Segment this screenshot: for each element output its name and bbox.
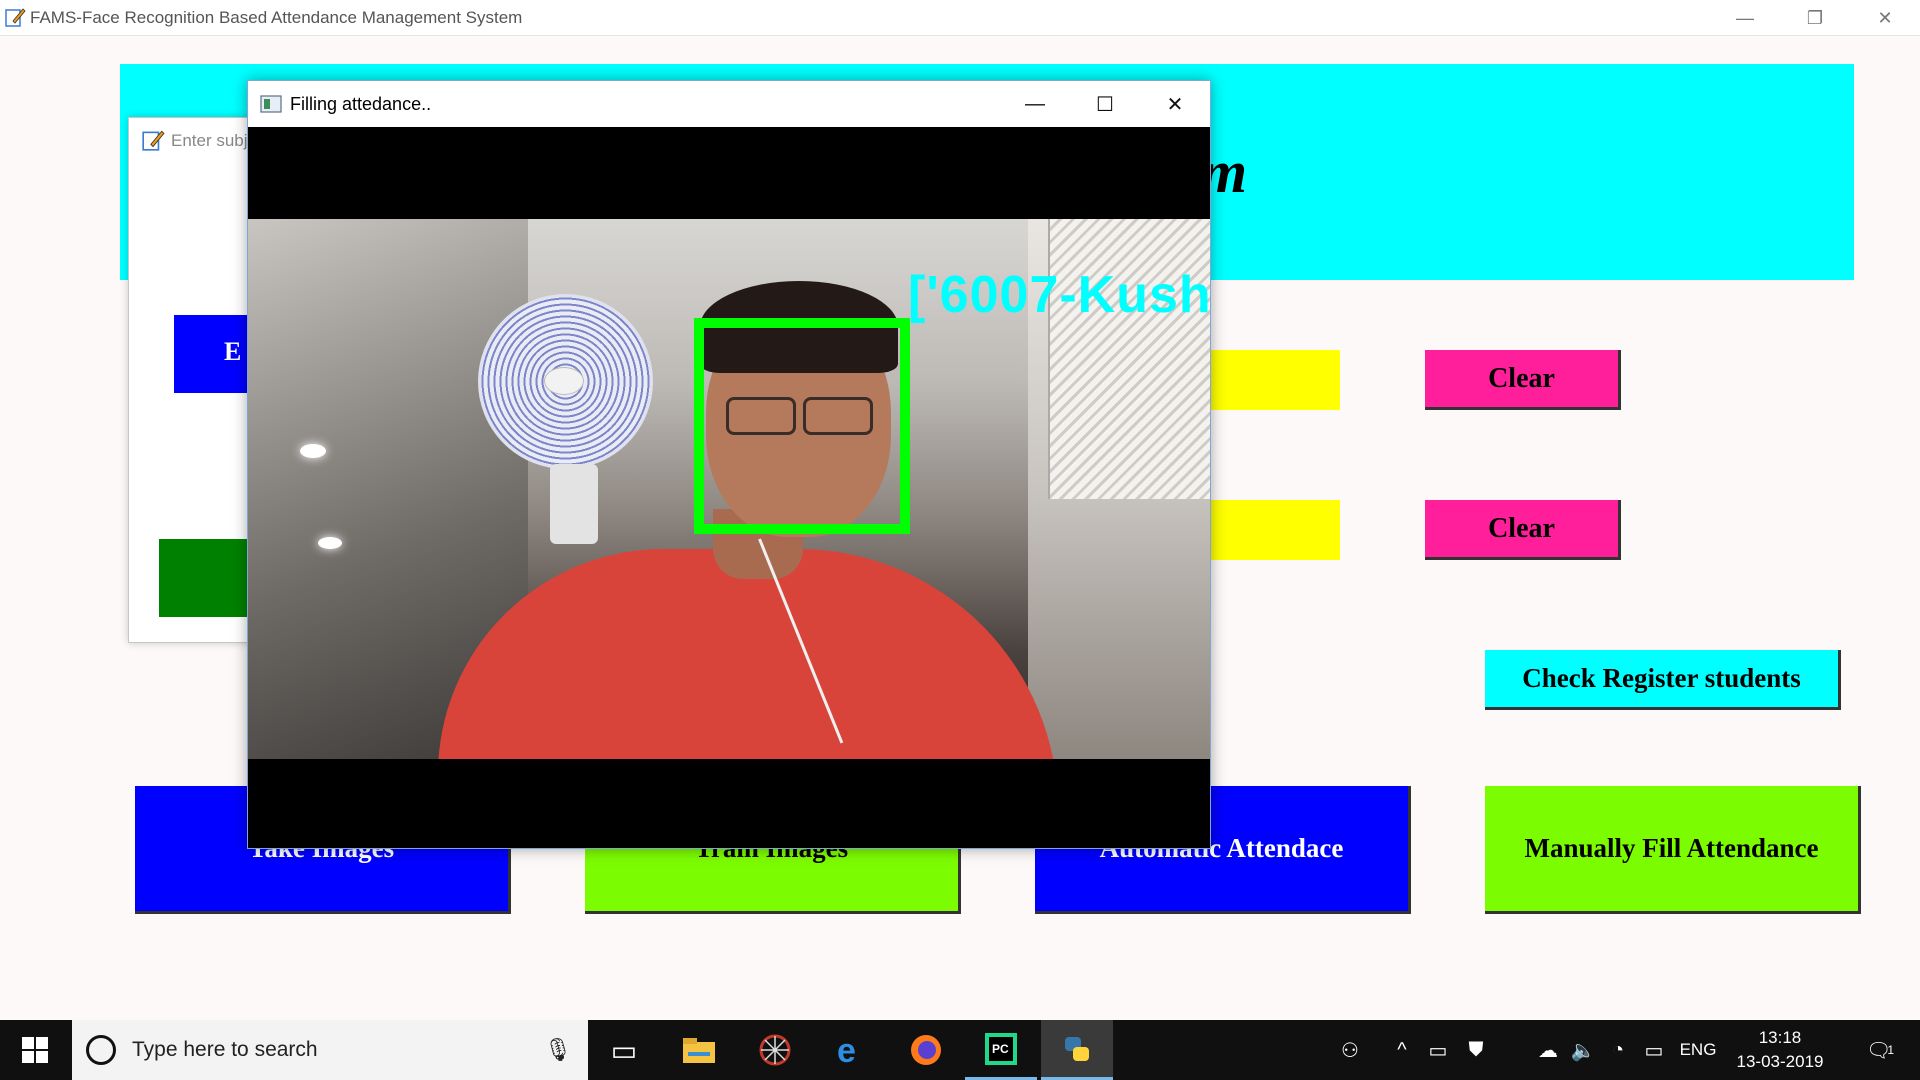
person-shirt — [438, 549, 1058, 759]
tablet-mode-icon[interactable]: ▭ — [1420, 1020, 1456, 1080]
firefox-icon[interactable] — [890, 1020, 962, 1080]
camera-window: Filling attedance.. — ☐ ✕ ['6007-Kush — [247, 80, 1211, 849]
minimize-icon: — — [1025, 92, 1045, 115]
cortana-icon — [86, 1035, 116, 1065]
close-icon: ✕ — [1166, 93, 1184, 116]
air-conditioner — [1048, 219, 1210, 499]
python-icon[interactable] — [1041, 1020, 1113, 1080]
onedrive-cloud-icon[interactable]: ☁ — [1530, 1020, 1566, 1080]
camera-minimize-button[interactable]: — — [1000, 81, 1070, 127]
ceiling-light — [318, 537, 342, 549]
window-app-icon — [260, 95, 282, 113]
ceiling-light — [300, 444, 326, 458]
wifi-icon[interactable]: ◔ — [1600, 1020, 1636, 1080]
clock-time: 13:18 — [1758, 1028, 1802, 1047]
close-icon: ✕ — [1877, 7, 1893, 28]
check-register-students-button[interactable]: Check Register students — [1485, 650, 1841, 710]
camera-titlebar[interactable]: Filling attedance.. — ☐ ✕ — [248, 81, 1210, 127]
camera-close-button[interactable]: ✕ — [1140, 81, 1210, 127]
clock-date: 13-03-2019 — [1736, 1052, 1824, 1071]
manually-fill-attendance-button[interactable]: Manually Fill Attendance — [1485, 786, 1861, 914]
file-explorer-icon[interactable] — [663, 1020, 735, 1080]
restore-icon: ❐ — [1806, 7, 1824, 28]
notepad-pencil-icon — [5, 8, 26, 27]
window-title: FAMS-Face Recognition Based Attendance M… — [30, 8, 523, 27]
taskbar: Type here to search 🎙 ▭ e PC ⚇ ^ ▭ ⛊ ☁ 🔈… — [0, 1020, 1920, 1080]
minimize-icon: — — [1736, 7, 1754, 28]
spider-app-icon[interactable] — [739, 1020, 811, 1080]
search-placeholder: Type here to search — [132, 1038, 318, 1061]
task-view-icon[interactable]: ▭ — [588, 1020, 660, 1080]
battery-icon[interactable]: ▭ — [1636, 1020, 1672, 1080]
people-icon[interactable]: ⚇ — [1330, 1020, 1370, 1080]
start-button[interactable] — [0, 1020, 70, 1080]
windows-logo-icon — [22, 1037, 48, 1063]
language-indicator[interactable]: ENG — [1672, 1020, 1724, 1080]
fan-mount — [550, 464, 598, 544]
main-titlebar[interactable]: FAMS-Face Recognition Based Attendance M… — [0, 0, 1920, 36]
clear-enrollment-button[interactable]: Clear — [1425, 350, 1621, 410]
microphone-icon[interactable]: 🎙 — [544, 1037, 572, 1063]
taskbar-search-box[interactable]: Type here to search 🎙 — [72, 1020, 588, 1080]
volume-icon[interactable]: 🔈 — [1566, 1020, 1600, 1080]
security-shield-icon[interactable]: ⛊ — [1458, 1020, 1494, 1080]
maximize-icon: ☐ — [1096, 93, 1114, 116]
subject-window-title: Enter subj — [171, 131, 248, 150]
svg-text:PC: PC — [992, 1042, 1009, 1056]
system-clock[interactable]: 13:18 13-03-2019 — [1720, 1026, 1840, 1074]
face-detection-box — [694, 318, 910, 534]
show-hidden-icons-chevron-icon[interactable]: ^ — [1385, 1020, 1419, 1080]
edge-browser-icon[interactable]: e — [815, 1020, 887, 1080]
notepad-pencil-icon — [142, 130, 165, 151]
camera-window-title: Filling attedance.. — [290, 94, 432, 114]
camera-feed: ['6007-Kush — [248, 219, 1210, 759]
pycharm-icon[interactable]: PC — [965, 1020, 1037, 1080]
minimize-button[interactable]: — — [1710, 0, 1780, 36]
close-button[interactable]: ✕ — [1850, 0, 1920, 36]
action-center-notification-icon[interactable]: 🗨 1 — [1850, 1020, 1910, 1080]
camera-maximize-button[interactable]: ☐ — [1070, 81, 1140, 127]
svg-text:e: e — [837, 1034, 856, 1066]
notification-count-badge: 1 — [1887, 1043, 1895, 1057]
fan-hub — [544, 367, 584, 395]
restore-button[interactable]: ❐ — [1780, 0, 1850, 36]
clear-name-button[interactable]: Clear — [1425, 500, 1621, 560]
recognized-student-label: ['6007-Kush — [908, 266, 1210, 324]
